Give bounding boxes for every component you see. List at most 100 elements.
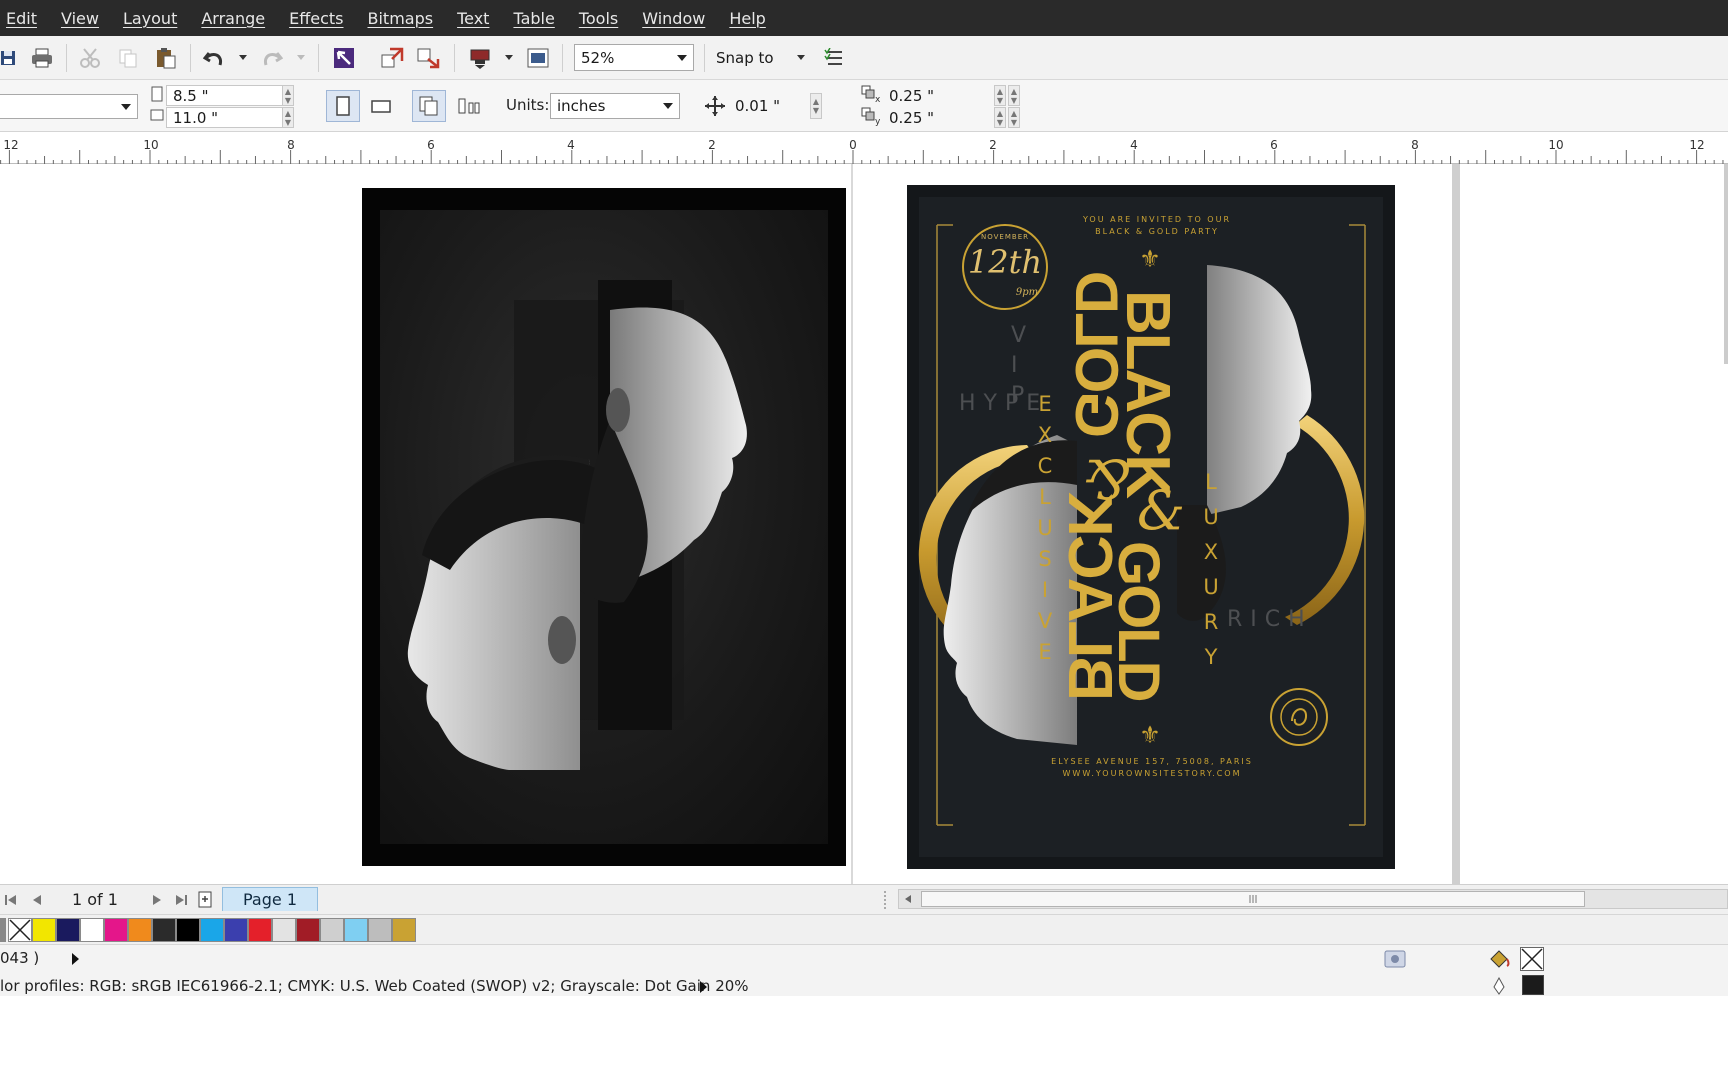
address-line: ELYSEE AVENUE 157, 75008, PARIS [1051,757,1253,766]
palette-swatch[interactable] [176,918,200,942]
next-page-icon[interactable] [150,893,164,907]
export-button[interactable] [414,44,442,72]
palette-swatch[interactable] [104,918,128,942]
previous-page-icon[interactable] [30,893,44,907]
duplicate-x-spinner[interactable]: ▲ ▼ [994,85,1006,106]
horizontal-scrollbar[interactable] [898,889,1728,909]
left-poster-image[interactable] [362,188,846,866]
undo-button[interactable] [200,44,228,72]
splitter-grip[interactable] [884,891,886,909]
launcher-dropdown[interactable] [502,44,516,72]
redo-dropdown[interactable] [294,44,308,72]
drawing-canvas[interactable]: YOU ARE INVITED TO OUR BLACK & GOLD PART… [0,164,1728,884]
cut-button[interactable] [76,44,104,72]
paper-type-combo[interactable] [0,94,138,119]
duplicate-distance-x-field[interactable]: 0.25 " [882,85,996,106]
welcome-screen-button[interactable] [524,44,552,72]
fill-bucket-icon[interactable] [1488,947,1510,971]
no-color-swatch[interactable] [8,918,32,942]
menu-layout[interactable]: Layout [111,9,189,28]
snap-to-dropdown[interactable] [794,44,808,72]
menu-arrange[interactable]: Arrange [189,9,277,28]
menu-bitmaps[interactable]: Bitmaps [356,9,446,28]
palette-swatch[interactable] [32,918,56,942]
palette-swatch[interactable] [200,918,224,942]
scroll-left-icon[interactable] [903,894,913,904]
page-1-tab[interactable]: Page 1 [222,887,318,911]
horizontal-ruler[interactable]: 12 10 8 6 4 2 0 2 4 6 8 10 12 [0,132,1728,164]
nudge-spinner[interactable]: ▲ ▼ [810,93,822,119]
menu-help[interactable]: Help [717,9,777,28]
menu-edit[interactable]: Edit [4,9,49,28]
document-info-icon[interactable] [1384,949,1406,969]
duplicate-x-spinner-2[interactable]: ▲ ▼ [1008,85,1020,106]
palette-swatch[interactable] [224,918,248,942]
undo-dropdown[interactable] [236,44,250,72]
vertical-scrollbar-edge[interactable] [1724,164,1728,364]
menu-window[interactable]: Window [630,9,717,28]
outline-pen-icon[interactable] [1492,977,1506,995]
scrollbar-thumb[interactable] [921,891,1585,907]
palette-swatch[interactable] [56,918,80,942]
landscape-button[interactable] [364,90,398,122]
title-black-upper: BLACK [1113,290,1182,497]
expand-arrow-icon[interactable] [70,952,80,966]
paste-button[interactable] [152,44,180,72]
profiles-arrow-icon[interactable] [698,980,708,994]
units-combo[interactable]: inches [550,93,680,119]
ruler-label: 12 [3,138,19,152]
menu-tools[interactable]: Tools [567,9,630,28]
all-pages-button[interactable] [412,90,446,122]
page-height-spinner[interactable]: ▲ ▼ [282,107,294,128]
application-launcher-button[interactable] [466,44,494,72]
nudge-distance-field[interactable]: 0.01 " [728,93,810,119]
outline-color-indicator[interactable] [1522,975,1544,995]
palette-scroll-left[interactable] [0,918,6,942]
palette-swatch[interactable] [128,918,152,942]
chevron-down-icon [677,54,687,61]
page-width-field[interactable]: 8.5 " [166,85,284,106]
search-content-button[interactable] [330,44,358,72]
palette-swatch[interactable] [368,918,392,942]
duplicate-y-spinner[interactable]: ▲ ▼ [994,107,1006,128]
portrait-button[interactable] [326,90,360,122]
date-time: 9pm [1015,287,1039,298]
palette-swatch[interactable] [248,918,272,942]
save-button[interactable] [0,44,18,72]
palette-swatch[interactable] [296,918,320,942]
first-page-icon[interactable] [4,893,18,907]
right-poster-flyer[interactable]: YOU ARE INVITED TO OUR BLACK & GOLD PART… [907,185,1395,869]
copy-button[interactable] [114,44,142,72]
duplicate-y-spinner-2[interactable]: ▲ ▼ [1008,107,1020,128]
last-page-icon[interactable] [174,893,188,907]
toolbar-separator [190,44,191,72]
redo-button[interactable] [258,44,286,72]
print-button[interactable] [28,44,56,72]
zoom-level-combo[interactable]: 52% [574,44,694,71]
palette-swatch[interactable] [392,918,416,942]
options-button[interactable] [820,44,848,72]
ruler-label: 8 [287,138,295,152]
duplicate-y-value: 0.25 " [889,108,935,127]
snap-to-button[interactable]: Snap to [716,44,794,72]
ruler-label: 10 [1548,138,1564,152]
page-width-spinner[interactable]: ▲ ▼ [282,85,294,106]
current-page-button[interactable] [452,90,486,122]
palette-swatch[interactable] [272,918,296,942]
no-color-icon [9,919,31,941]
palette-swatch[interactable] [320,918,344,942]
duplicate-y-icon: y [861,107,881,126]
import-button[interactable] [378,44,406,72]
duplicate-distance-y-field[interactable]: 0.25 " [882,107,996,128]
palette-swatch[interactable] [344,918,368,942]
add-page-icon[interactable] [198,891,214,909]
page-height-field[interactable]: 11.0 " [166,107,284,128]
menu-effects[interactable]: Effects [277,9,355,28]
palette-swatch[interactable] [80,918,104,942]
toolbar-separator [66,44,67,72]
palette-swatch[interactable] [152,918,176,942]
menu-text[interactable]: Text [445,9,501,28]
fill-color-indicator[interactable] [1520,947,1544,971]
menu-view[interactable]: View [49,9,111,28]
menu-table[interactable]: Table [501,9,566,28]
